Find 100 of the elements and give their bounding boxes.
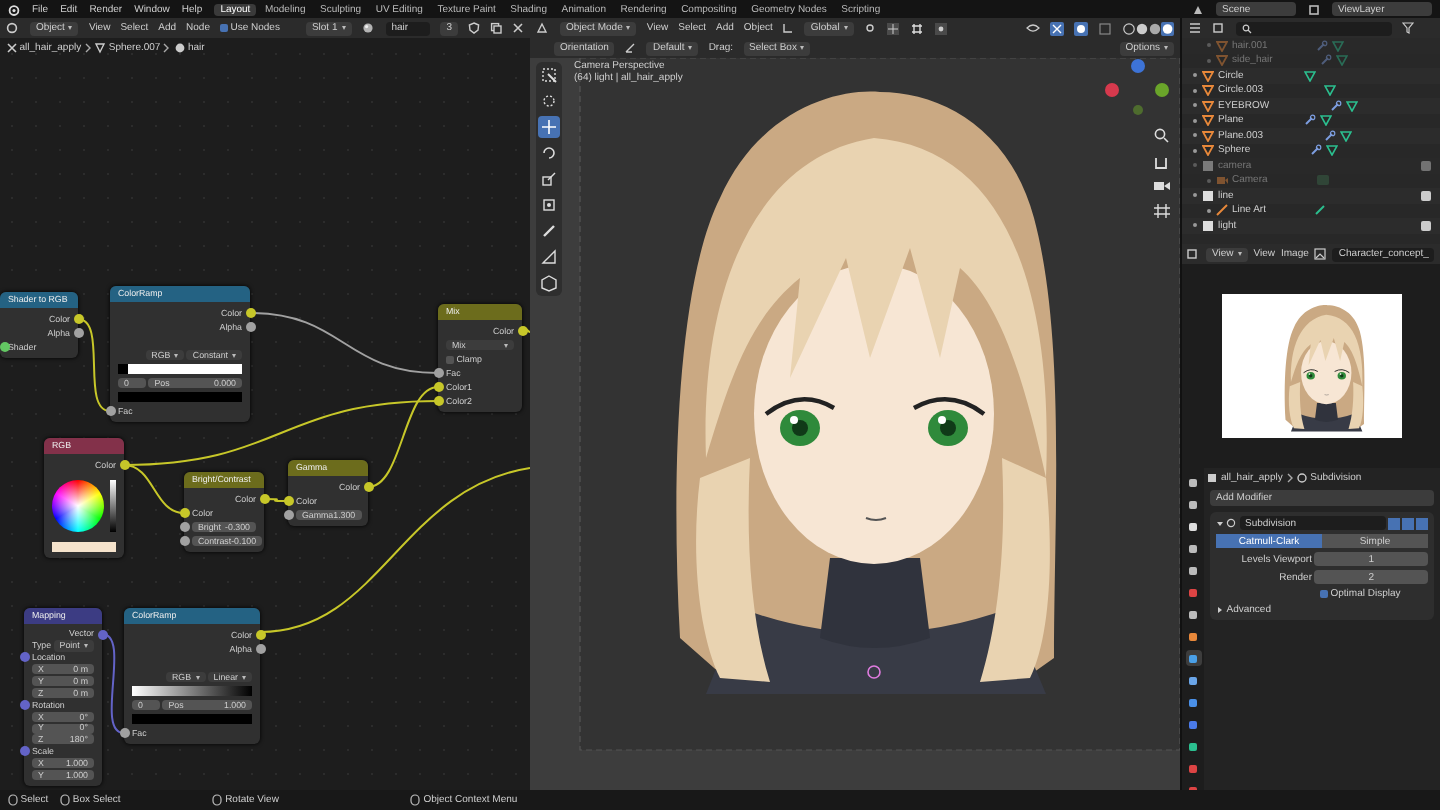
socket-icon[interactable] [180,522,190,532]
tab-icon [1188,587,1198,597]
grid-icon[interactable] [909,21,924,35]
dot-icon [1192,192,1198,199]
dot-icon [1206,42,1212,49]
socket-icon[interactable] [105,406,115,416]
tool-button[interactable] [538,64,560,86]
tool-button[interactable] [538,220,560,242]
properties-tab[interactable] [1185,496,1201,512]
chevron-icon [1285,472,1294,484]
color-swatch[interactable] [118,392,242,402]
modifier-toggle-icon[interactable] [1388,517,1428,529]
overlay-toggle-icon[interactable] [1074,21,1088,35]
socket-icon[interactable] [245,308,255,318]
camera-icon[interactable] [1154,182,1170,190]
filter-icon[interactable] [1402,22,1414,34]
socket-icon[interactable] [259,494,269,504]
wrench-icon [1303,114,1316,127]
mouse-left-icon [8,794,18,806]
dot-icon [1192,72,1198,79]
collection-icon [1202,189,1214,202]
visibility-icon[interactable] [1026,22,1040,34]
socket-icon[interactable] [517,326,527,336]
gizmo-toggle-icon[interactable] [1050,21,1064,35]
socket-icon[interactable] [284,510,294,520]
checkbox[interactable] [1320,590,1328,598]
zoom-icon[interactable] [1154,128,1169,143]
socket-icon[interactable] [0,342,10,352]
socket-icon[interactable] [73,328,83,338]
properties-tab[interactable] [1185,540,1201,556]
move-icon [540,118,558,136]
socket-icon[interactable] [73,314,83,324]
socket-icon[interactable] [180,536,190,546]
color-swatch[interactable] [132,714,252,724]
duplicate-icon[interactable] [490,22,502,34]
dot-icon [1192,102,1198,109]
wrench-icon [1329,99,1342,112]
socket-icon[interactable] [179,508,189,518]
display-mode-icon[interactable] [1212,22,1226,34]
checkbox[interactable] [219,24,228,32]
properties-tab[interactable] [1185,672,1201,688]
tab-icon [1188,719,1198,729]
tool-button[interactable] [538,168,560,190]
image-icon[interactable] [1314,248,1327,260]
search-field[interactable] [1236,21,1392,35]
mouse-middle-icon [212,794,223,806]
layers-icon [1308,3,1320,15]
properties-tab[interactable] [1185,650,1201,666]
color-picker[interactable] [52,480,116,532]
color-ramp[interactable] [132,686,252,696]
pivot-icon[interactable] [863,22,876,34]
socket-icon[interactable] [363,482,373,492]
properties-tab[interactable] [1185,562,1201,578]
properties-tab[interactable] [1185,518,1201,534]
socket-icon[interactable] [245,322,255,332]
checkbox[interactable] [446,355,454,363]
properties-tab[interactable] [1185,606,1201,622]
tool-button[interactable] [538,194,560,216]
xray-icon[interactable] [1098,21,1112,35]
dot-icon [1206,57,1212,64]
properties-tab[interactable] [1185,694,1201,710]
properties-tab[interactable] [1185,738,1201,754]
socket-icon[interactable] [433,396,443,406]
editor-type-icon[interactable] [6,22,20,34]
caret-icon[interactable] [1216,519,1224,527]
app-logo-icon [8,3,20,15]
grid-icon[interactable] [1153,203,1171,219]
tool-button[interactable] [538,142,560,164]
dot-icon [1192,162,1198,169]
color-ramp[interactable] [118,364,242,374]
socket-icon[interactable] [255,630,265,640]
mouse-drag-icon [60,794,71,806]
socket-icon[interactable] [283,496,293,506]
shading-mode-icon[interactable] [1122,21,1174,35]
checkbox-icon[interactable] [1420,189,1432,202]
disclosure-icon[interactable] [1216,606,1224,614]
properties-tab[interactable] [1185,474,1201,490]
editor-type-icon[interactable] [1186,248,1200,260]
checkbox-icon[interactable] [1420,219,1432,232]
tool-button[interactable] [538,246,560,268]
editor-type-icon[interactable] [536,22,550,34]
proportional-icon[interactable] [933,21,948,35]
socket-icon[interactable] [433,382,443,392]
socket-icon[interactable] [119,460,129,470]
material-sphere-icon[interactable] [361,22,376,34]
character-thumbnail-drawing [1283,305,1364,432]
socket-icon[interactable] [433,368,443,378]
tool-button[interactable] [538,272,560,294]
tab-icon [1188,565,1198,575]
close-icon[interactable] [512,22,524,34]
socket-icon[interactable] [255,644,265,654]
editor-type-icon[interactable] [1188,22,1202,34]
navigation-gizmo[interactable] [1105,59,1169,115]
tool-button[interactable] [538,90,560,112]
color-swatch[interactable] [52,542,116,552]
snap-icon[interactable] [885,21,900,35]
properties-tab[interactable] [1185,628,1201,644]
shield-icon[interactable] [468,22,480,34]
hand-icon[interactable] [1155,157,1167,169]
socket-icon[interactable] [119,728,129,738]
